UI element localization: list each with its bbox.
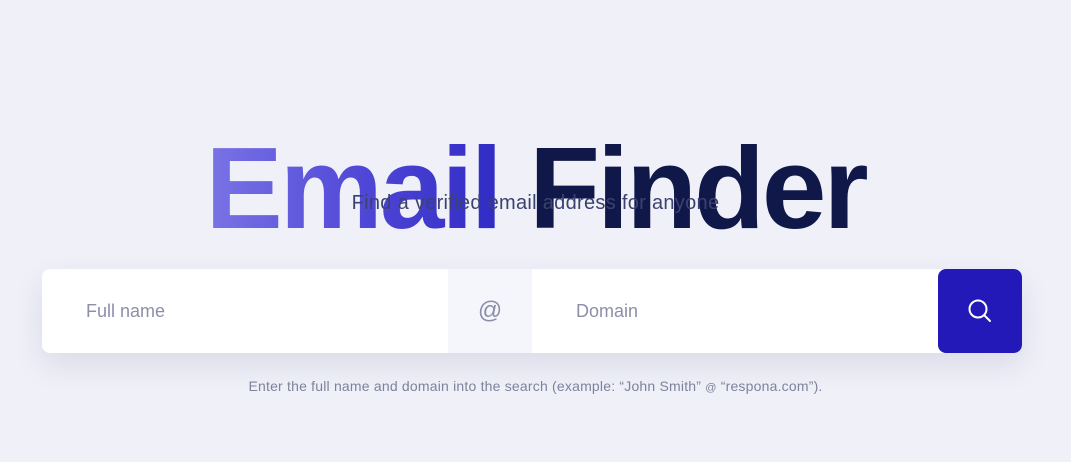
search-icon	[968, 299, 991, 322]
at-separator: @	[448, 269, 532, 353]
full-name-input[interactable]	[42, 269, 448, 353]
search-button[interactable]	[938, 269, 1022, 353]
page-subtitle: Find a verified email address for anyone	[351, 192, 720, 214]
title-main-word: Finder	[529, 122, 868, 253]
hint-at-symbol: @	[705, 382, 717, 394]
hint-text-start: Enter the full name and domain into the …	[248, 378, 702, 394]
search-bar: @	[42, 269, 1022, 353]
page-title: Email Finder	[0, 118, 1071, 258]
domain-input[interactable]	[532, 269, 938, 353]
title-accent-word: Email	[205, 122, 502, 253]
search-hint: Enter the full name and domain into the …	[0, 376, 1071, 398]
hint-text-end: “respona.com”).	[720, 378, 823, 394]
